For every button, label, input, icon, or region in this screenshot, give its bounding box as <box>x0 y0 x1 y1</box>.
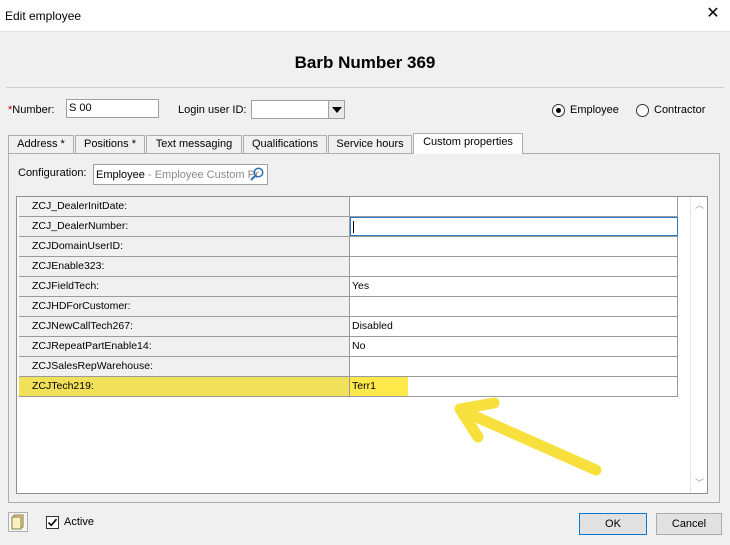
property-name: ZCJ_DealerNumber: <box>19 217 350 236</box>
property-value[interactable] <box>350 297 678 316</box>
configuration-hint: - Employee Custom Pr <box>144 169 259 181</box>
scroll-down-icon[interactable]: ﹀ <box>695 479 704 488</box>
employee-radio-label: Employee <box>570 104 619 116</box>
property-value[interactable] <box>350 357 678 376</box>
property-name: ZCJHDForCustomer: <box>19 297 350 316</box>
property-value[interactable]: Yes <box>350 277 678 296</box>
scroll-up-icon[interactable]: ︿ <box>695 201 704 210</box>
document-icon[interactable] <box>8 512 28 532</box>
title-bar: Edit employee ✕ <box>0 0 730 32</box>
table-row: ZCJSalesRepWarehouse: <box>19 357 678 377</box>
property-name: ZCJSalesRepWarehouse: <box>19 357 350 376</box>
property-value[interactable]: Terr1 <box>350 377 678 396</box>
property-name: ZCJFieldTech: <box>19 277 350 296</box>
vertical-scrollbar[interactable]: ︿ ﹀ <box>690 197 707 493</box>
divider <box>6 87 724 88</box>
table-row: ZCJHDForCustomer: <box>19 297 678 317</box>
annotation-arrow-icon <box>454 397 602 476</box>
number-label: *Number: <box>8 104 55 116</box>
property-name: ZCJNewCallTech267: <box>19 317 350 336</box>
active-label: Active <box>64 516 94 528</box>
number-field[interactable]: S 00 <box>66 99 159 118</box>
table-row: ZCJ_DealerInitDate: <box>19 197 678 217</box>
table-row-highlighted: ZCJTech219: Terr1 <box>19 377 678 397</box>
property-value-focused[interactable] <box>350 217 678 236</box>
active-checkbox[interactable] <box>46 516 59 529</box>
property-value-text: Terr1 <box>352 380 376 392</box>
chevron-down-icon[interactable] <box>328 101 344 118</box>
tab-qualifications[interactable]: Qualifications <box>243 135 327 153</box>
table-row: ZCJFieldTech: Yes <box>19 277 678 297</box>
property-name: ZCJDomainUserID: <box>19 237 350 256</box>
tab-service-hours[interactable]: Service hours <box>328 135 412 153</box>
contractor-radio[interactable] <box>636 104 649 117</box>
property-value[interactable]: No <box>350 337 678 356</box>
tab-positions[interactable]: Positions * <box>75 135 145 153</box>
tab-custom-properties[interactable]: Custom properties <box>413 133 523 154</box>
table-row: ZCJ_DealerNumber: <box>19 217 678 237</box>
configuration-value: Employee <box>96 169 145 181</box>
ok-button[interactable]: OK <box>579 513 647 535</box>
tab-address[interactable]: Address * <box>8 135 74 153</box>
configuration-label: Configuration: <box>18 167 87 179</box>
contractor-radio-label: Contractor <box>654 104 706 116</box>
property-name: ZCJTech219: <box>19 377 350 396</box>
property-name: ZCJEnable323: <box>19 257 350 276</box>
cancel-button[interactable]: Cancel <box>656 513 722 535</box>
table-row: ZCJRepeatPartEnable14: No <box>19 337 678 357</box>
property-value[interactable] <box>350 197 678 216</box>
login-user-select[interactable] <box>251 100 345 119</box>
employee-radio[interactable] <box>552 104 565 117</box>
property-name: ZCJ_DealerInitDate: <box>19 197 350 216</box>
property-value[interactable]: Disabled <box>350 317 678 336</box>
tab-text-messaging[interactable]: Text messaging <box>146 135 242 153</box>
search-icon[interactable] <box>249 166 265 182</box>
page-title: Barb Number 369 <box>294 53 436 72</box>
text-cursor <box>353 221 354 234</box>
property-value[interactable] <box>350 237 678 256</box>
table-row: ZCJDomainUserID: <box>19 237 678 257</box>
property-name: ZCJRepeatPartEnable14: <box>19 337 350 356</box>
configuration-field[interactable]: Employee - Employee Custom Pr <box>93 164 268 185</box>
property-value[interactable] <box>350 257 678 276</box>
close-icon[interactable]: ✕ <box>704 5 722 23</box>
login-user-label: Login user ID: <box>178 104 247 116</box>
table-row: ZCJEnable323: <box>19 257 678 277</box>
number-label-text: Number: <box>12 104 55 116</box>
checkmark-icon <box>47 518 58 527</box>
window-title: Edit employee <box>5 9 82 23</box>
table-row: ZCJNewCallTech267: Disabled <box>19 317 678 337</box>
